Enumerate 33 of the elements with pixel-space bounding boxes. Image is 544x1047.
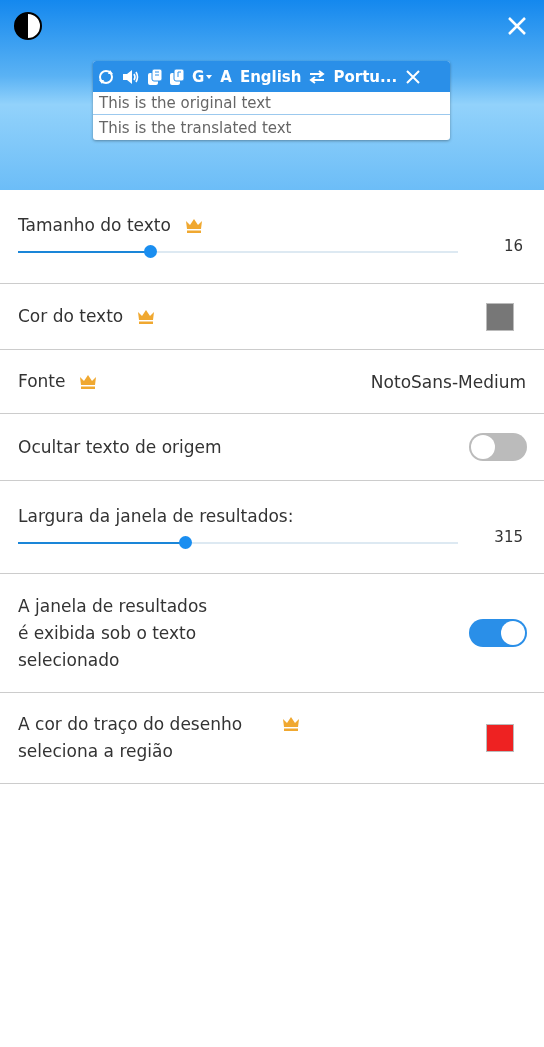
color-swatch[interactable] — [486, 302, 514, 331]
font-button[interactable]: A — [220, 67, 232, 86]
crown-icon — [282, 717, 301, 731]
refresh-icon[interactable] — [98, 68, 114, 85]
setting-label: A janela de resultados é exibida sob o texto selecionado — [18, 594, 208, 672]
toggle-switch[interactable] — [469, 619, 527, 647]
caret-icon — [206, 74, 213, 79]
engine-button[interactable]: G — [192, 67, 213, 86]
setting-label: Fonte — [18, 370, 66, 393]
copy-icon[interactable] — [148, 68, 162, 85]
source-language[interactable]: English — [239, 67, 302, 86]
crown-icon — [184, 218, 203, 233]
setting-label: Largura da janela de resultados: — [18, 504, 294, 528]
setting-label: Ocultar texto de origem — [18, 435, 222, 459]
target-language[interactable]: Portu... — [333, 67, 398, 86]
setting-label: Cor do texto — [18, 305, 124, 328]
original-text: This is the original text — [98, 93, 272, 114]
setting-label: Tamanho do texto — [18, 214, 171, 237]
contrast-icon[interactable] — [13, 11, 43, 41]
copy-icon[interactable] — [170, 68, 184, 85]
close-icon[interactable] — [506, 15, 528, 37]
translated-text: This is the translated text — [93, 114, 450, 140]
crown-icon — [79, 374, 98, 389]
color-swatch[interactable] — [486, 724, 514, 752]
crown-icon — [137, 309, 156, 324]
font-value[interactable]: NotoSans-Medium — [370, 371, 526, 392]
setting-label: A cor do traço do desenho seleciona a região — [18, 713, 243, 763]
toggle-switch[interactable] — [469, 433, 527, 461]
speaker-icon[interactable] — [122, 68, 140, 85]
slider-value: 16 — [503, 237, 523, 255]
slider-value: 315 — [494, 527, 523, 546]
close-icon[interactable] — [405, 68, 422, 85]
swap-icon[interactable] — [309, 69, 326, 84]
